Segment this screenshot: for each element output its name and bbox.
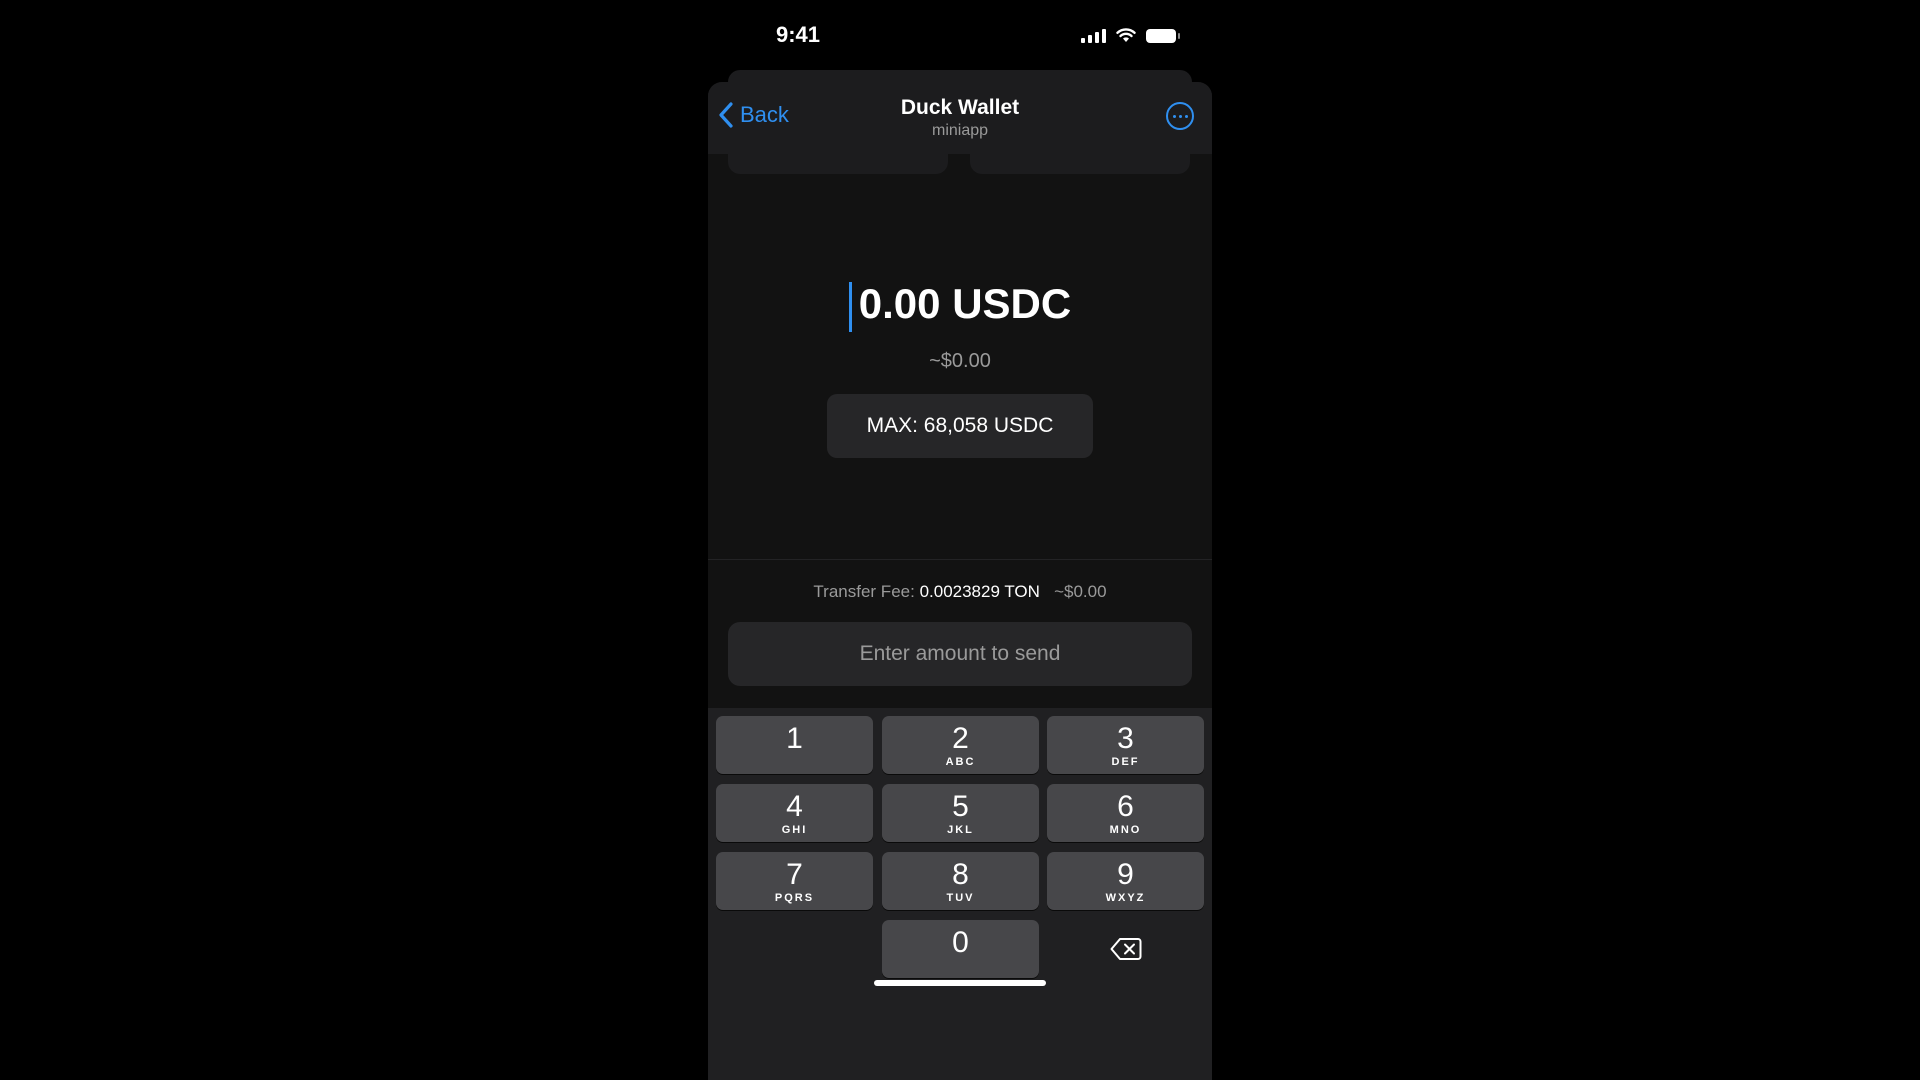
delete-backspace-icon xyxy=(1110,938,1141,960)
card-right-partial xyxy=(970,154,1190,174)
phone-screen: 9:41 Back Duck Wallet miniapp 0.00 USDC … xyxy=(708,0,1212,1080)
key-7[interactable]: 7 PQRS xyxy=(716,852,873,910)
card-left-partial xyxy=(728,154,948,174)
miniapp-sheet: Back Duck Wallet miniapp 0.00 USDC ~$0.0… xyxy=(708,82,1212,1080)
key-0[interactable]: 0 xyxy=(882,920,1039,978)
amount-fiat-value: ~$0.00 xyxy=(929,350,991,372)
key-5[interactable]: 5 JKL xyxy=(882,784,1039,842)
amount-input[interactable]: 0.00 USDC xyxy=(708,280,1212,332)
app-subtitle: miniapp xyxy=(931,122,989,139)
max-amount-label: MAX: 68,058 USDC xyxy=(866,414,1054,437)
key-6[interactable]: 6 MNO xyxy=(1047,784,1204,842)
key-9[interactable]: 9 WXYZ xyxy=(1047,852,1204,910)
delete-key[interactable] xyxy=(1047,920,1204,978)
navigation-bar: Back Duck Wallet miniapp xyxy=(708,82,1212,154)
transfer-fee: Transfer Fee: 0.0023829 TON ~$0.00 xyxy=(708,582,1212,602)
home-indicator[interactable] xyxy=(874,980,1046,986)
fee-label: Transfer Fee: xyxy=(813,582,915,601)
status-icons xyxy=(1081,28,1180,43)
divider xyxy=(708,559,1212,560)
key-2[interactable]: 2 ABC xyxy=(882,716,1039,774)
key-3[interactable]: 3 DEF xyxy=(1047,716,1204,774)
fee-fiat: ~$0.00 xyxy=(1054,582,1107,601)
wifi-icon xyxy=(1116,28,1136,42)
max-amount-button[interactable]: MAX: 68,058 USDC xyxy=(827,394,1093,458)
text-cursor xyxy=(848,282,852,332)
key-4[interactable]: 4 GHI xyxy=(716,784,873,842)
send-button[interactable]: Enter amount to send xyxy=(728,622,1192,686)
numeric-keypad: 1 2 ABC 3 DEF 4 GHI 5 JKL 6 MNO 7 PQRS 8 TUV 9W… xyxy=(708,708,1212,1080)
fee-value: 0.0023829 TON xyxy=(919,582,1040,601)
key-8[interactable]: 8 TUV xyxy=(882,852,1039,910)
status-bar: 9:41 xyxy=(708,0,1212,70)
app-title: Duck Wallet xyxy=(900,96,1020,119)
battery-icon xyxy=(1146,28,1180,43)
send-button-label: Enter amount to send xyxy=(859,642,1061,665)
more-options-icon[interactable] xyxy=(1166,102,1194,130)
key-1[interactable]: 1 xyxy=(716,716,873,774)
status-time: 9:41 xyxy=(776,22,821,47)
cellular-signal-icon xyxy=(1081,28,1106,43)
amount-value: 0.00 USDC xyxy=(858,280,1072,327)
